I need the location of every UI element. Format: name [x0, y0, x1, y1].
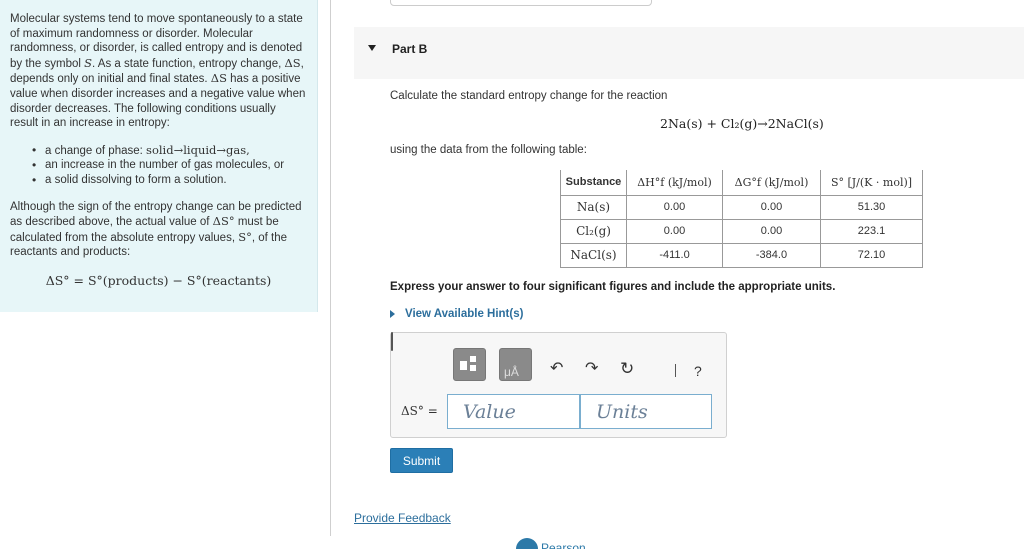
pearson-logo-icon	[516, 538, 538, 549]
table-intro: using the data from the following table:	[390, 144, 587, 156]
table-cell: 0.00	[626, 194, 723, 220]
table-cell: Cl₂(g)	[560, 218, 627, 244]
list-item: an increase in the number of gas molecul…	[32, 158, 307, 173]
part-title: Part B	[392, 42, 428, 56]
entropy-formula: ΔS° = S°(products) − S°(reactants)	[45, 272, 272, 288]
table-row: Na(s) 0.00 0.00 51.30	[560, 194, 923, 220]
thermo-data-table: Substance ΔH°f (kJ/mol) ΔG°f (kJ/mol) S°…	[560, 170, 923, 268]
symbols-button[interactable]: μÅ	[499, 348, 532, 381]
list-item: a solid dissolving to form a solution.	[32, 173, 307, 188]
redo-icon[interactable]: ↷	[585, 361, 598, 377]
header-gibbs: ΔG°f (kJ/mol)	[722, 170, 821, 196]
table-row: NaCl(s) -411.0 -384.0 72.10	[560, 242, 923, 268]
help-icon[interactable]: ?	[694, 363, 702, 379]
table-cell: NaCl(s)	[560, 242, 627, 268]
submit-button[interactable]: Submit	[390, 448, 453, 473]
previous-part-box	[390, 0, 652, 6]
template-icon	[470, 356, 476, 362]
keyboard-icon[interactable]	[391, 332, 393, 351]
mu-icon: μÅ	[504, 365, 519, 379]
table-row: Cl₂(g) 0.00 0.00 223.1	[560, 218, 923, 244]
table-cell: -411.0	[626, 242, 723, 268]
header-enthalpy: ΔH°f (kJ/mol)	[626, 170, 723, 196]
table-cell: 0.00	[722, 218, 821, 244]
column-divider	[330, 0, 331, 536]
part-header[interactable]: Part B	[354, 27, 1024, 79]
value-input[interactable]	[447, 394, 580, 429]
table-cell: 0.00	[626, 218, 723, 244]
view-hints-link[interactable]: View Available Hint(s)	[390, 308, 523, 320]
template-icon	[470, 365, 476, 371]
answer-instruction: Express your answer to four significant …	[390, 281, 836, 293]
question-prompt: Calculate the standard entropy change fo…	[390, 90, 668, 102]
answer-box: μÅ ↶ ↷ ↻ ? ΔS° =	[390, 332, 727, 438]
units-input[interactable]	[580, 394, 712, 429]
table-cell: 51.30	[820, 194, 923, 220]
hint-link-label: View Available Hint(s)	[405, 308, 524, 320]
reaction-equation: 2Na(s) + Cl₂(g)→2NaCl(s)	[660, 116, 824, 131]
caret-down-icon[interactable]	[368, 45, 376, 51]
templates-button[interactable]	[453, 348, 486, 381]
table-cell: 72.10	[820, 242, 923, 268]
provide-feedback-link[interactable]: Provide Feedback	[354, 511, 451, 525]
table-cell: 0.00	[722, 194, 821, 220]
table-cell: Na(s)	[560, 194, 627, 220]
table-header-row: Substance ΔH°f (kJ/mol) ΔG°f (kJ/mol) S°…	[560, 170, 923, 196]
caret-right-icon	[390, 310, 395, 318]
undo-icon[interactable]: ↶	[550, 361, 563, 377]
pearson-brand-text: Pearson	[541, 541, 586, 549]
header-substance: Substance	[560, 170, 627, 196]
table-cell: -384.0	[722, 242, 821, 268]
answer-label: ΔS° =	[401, 404, 438, 418]
intro-panel: Molecular systems tend to move spontaneo…	[0, 0, 318, 312]
intro-paragraph: Molecular systems tend to move spontaneo…	[10, 13, 306, 130]
toolbar-separator	[675, 364, 676, 377]
list-item: a change of phase: solid→liquid→gas,	[32, 143, 307, 159]
entropy-conditions-list: a change of phase: solid→liquid→gas, an …	[32, 143, 307, 188]
header-entropy: S° [J/(K · mol)]	[820, 170, 923, 196]
template-icon	[460, 361, 467, 370]
table-cell: 223.1	[820, 218, 923, 244]
absolute-entropy-paragraph: Although the sign of the entropy change …	[10, 200, 302, 259]
reset-icon[interactable]: ↻	[620, 360, 634, 377]
